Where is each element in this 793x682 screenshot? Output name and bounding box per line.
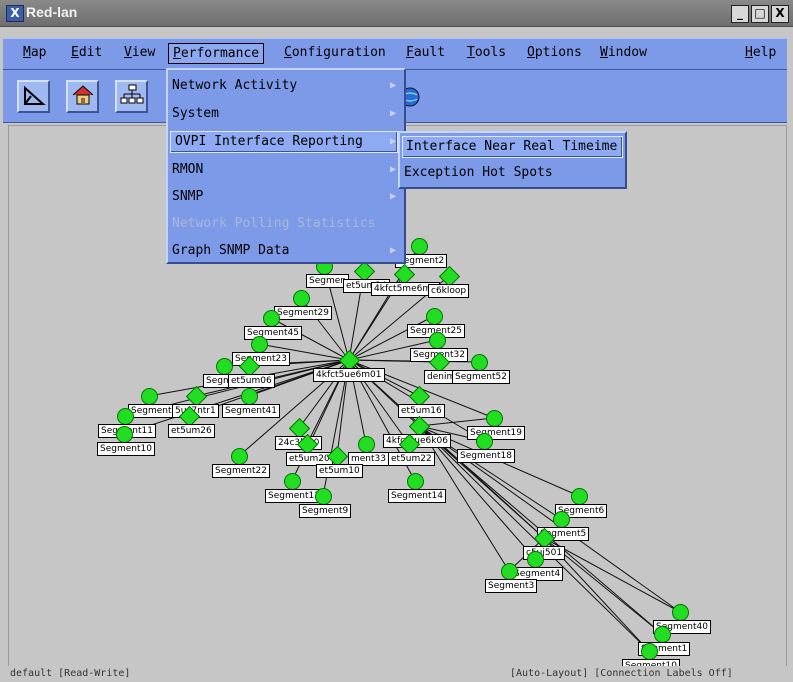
- submenu-arrow-icon: ▶: [389, 108, 396, 119]
- menu-item-graph-snmp-data[interactable]: Graph SNMP Data: [172, 243, 289, 258]
- menu-item-exception-hot-spots[interactable]: Exception Hot Spots: [404, 165, 553, 180]
- map-node-circle-icon[interactable]: [358, 436, 375, 453]
- map-node-label[interactable]: Segment: [128, 404, 175, 418]
- menu-item-label: Network Activity: [172, 78, 298, 93]
- maximize-button[interactable]: □: [751, 5, 769, 23]
- map-node-circle-icon[interactable]: [641, 643, 658, 660]
- map-node-circle-icon[interactable]: [241, 388, 258, 405]
- map-node-circle-icon[interactable]: [407, 473, 424, 490]
- map-node-circle-icon[interactable]: [231, 448, 248, 465]
- map-node-circle-icon[interactable]: [411, 238, 428, 255]
- map-node-label[interactable]: c6kloop: [428, 284, 470, 298]
- menu-item-interface-near-real-time[interactable]: Interface Near Real Timeime: [402, 136, 623, 158]
- menu-item-network-polling-statistics: Network Polling Statistics: [172, 216, 376, 231]
- menu-edit[interactable]: Edit: [71, 45, 102, 60]
- map-node-circle-icon[interactable]: [553, 511, 570, 528]
- map-node-circle-icon[interactable]: [654, 626, 671, 643]
- triangle-ruler-icon[interactable]: [17, 80, 50, 113]
- map-node-circle-icon[interactable]: [426, 308, 443, 325]
- map-node-label[interactable]: Segment10: [97, 442, 155, 456]
- menu-map[interactable]: Map: [23, 45, 46, 60]
- menu-view[interactable]: View: [124, 45, 155, 60]
- menu-help[interactable]: Help: [745, 45, 776, 60]
- menu-window[interactable]: Window: [600, 45, 647, 60]
- map-node-label[interactable]: et5um10: [316, 464, 363, 478]
- map-node-circle-icon[interactable]: [672, 604, 689, 621]
- map-node-label[interactable]: Segment52: [452, 370, 510, 384]
- ovpi-submenu: Interface Near Real Timeime Exception Ho…: [398, 131, 627, 189]
- menu-tools[interactable]: Tools: [467, 45, 506, 60]
- menu-fault[interactable]: Fault: [406, 45, 445, 60]
- menu-performance[interactable]: Performance: [168, 43, 265, 64]
- menu-bar: Map Edit View Performance Configuration …: [3, 38, 787, 70]
- menu-item-label: Graph SNMP Data: [172, 243, 290, 258]
- title-bar: X Red-lan _ □ X: [0, 0, 793, 27]
- map-node-circle-icon[interactable]: [141, 388, 158, 405]
- submenu-arrow-icon: ▶: [389, 191, 396, 202]
- network-tree-icon[interactable]: [115, 80, 148, 113]
- map-node-circle-icon[interactable]: [501, 563, 518, 580]
- submenu-arrow-icon: ▶: [389, 245, 396, 256]
- menu-item-rmon[interactable]: RMON: [172, 162, 203, 177]
- status-mode: default [Read-Write]: [10, 668, 131, 679]
- menu-item-network-activity[interactable]: Network Activity: [172, 78, 297, 93]
- map-node-label[interactable]: Segment18: [457, 449, 515, 463]
- window-title: Red-lan: [26, 4, 78, 20]
- map-node-circle-icon[interactable]: [293, 290, 310, 307]
- menu-item-system[interactable]: System: [172, 106, 219, 121]
- menu-item-snmp[interactable]: SNMP: [172, 189, 203, 204]
- status-bar: default [Read-Write] [Auto-Layout] [Conn…: [0, 666, 793, 682]
- map-node-circle-icon[interactable]: [117, 408, 134, 425]
- map-node-circle-icon[interactable]: [263, 310, 280, 327]
- minimize-button[interactable]: _: [731, 5, 749, 23]
- menu-item-label: SNMP: [172, 189, 204, 204]
- map-node-circle-icon[interactable]: [429, 332, 446, 349]
- map-node-label[interactable]: Segment14: [388, 489, 446, 503]
- map-node-circle-icon[interactable]: [527, 551, 544, 568]
- submenu-arrow-icon: ▶: [389, 136, 396, 147]
- menu-configuration[interactable]: Configuration: [284, 45, 386, 60]
- map-node-label[interactable]: Segment41: [222, 404, 280, 418]
- map-node-circle-icon[interactable]: [571, 488, 588, 505]
- menu-item-label: System: [172, 106, 219, 121]
- map-node-circle-icon[interactable]: [476, 433, 493, 450]
- menu-item-ovpi-interface-reporting[interactable]: OVPI Interface Reporting: [170, 131, 398, 153]
- submenu-arrow-icon: ▶: [389, 164, 396, 175]
- map-node-circle-icon[interactable]: [251, 336, 268, 353]
- map-node-label[interactable]: 4kfct5ue6m01: [313, 368, 385, 382]
- map-node-circle-icon[interactable]: [471, 354, 488, 371]
- performance-menu: Network Activity ▶ System ▶ OVPI Interfa…: [166, 68, 406, 264]
- map-node-circle-icon[interactable]: [486, 410, 503, 427]
- menu-options[interactable]: Options: [527, 45, 582, 60]
- map-node-circle-icon[interactable]: [216, 358, 233, 375]
- submenu-arrow-icon: ▶: [389, 80, 396, 91]
- map-node-label[interactable]: Segment22: [212, 464, 270, 478]
- menu-item-label: RMON: [172, 162, 204, 177]
- menu-item-label: Network Polling Statistics: [172, 216, 376, 231]
- map-node-label[interactable]: Segment9: [299, 504, 352, 518]
- map-node-label[interactable]: et5um26: [168, 424, 215, 438]
- status-layout-info: [Auto-Layout] [Connection Labels Off]: [510, 668, 733, 679]
- map-node-label[interactable]: Segment29: [274, 306, 332, 320]
- x-window-icon[interactable]: X: [6, 5, 24, 22]
- map-node-label[interactable]: et5um22: [388, 452, 435, 466]
- map-node-circle-icon[interactable]: [315, 488, 332, 505]
- map-node-circle-icon[interactable]: [116, 426, 133, 443]
- menu-item-label: OVPI Interface Reporting: [175, 134, 363, 149]
- map-node-circle-icon[interactable]: [284, 473, 301, 490]
- map-node-label[interactable]: et5um06: [228, 374, 275, 388]
- home-icon[interactable]: [66, 80, 99, 113]
- map-node-label[interactable]: et5um16: [398, 404, 445, 418]
- close-button[interactable]: X: [771, 5, 789, 23]
- map-node-label[interactable]: Segment3: [485, 579, 538, 593]
